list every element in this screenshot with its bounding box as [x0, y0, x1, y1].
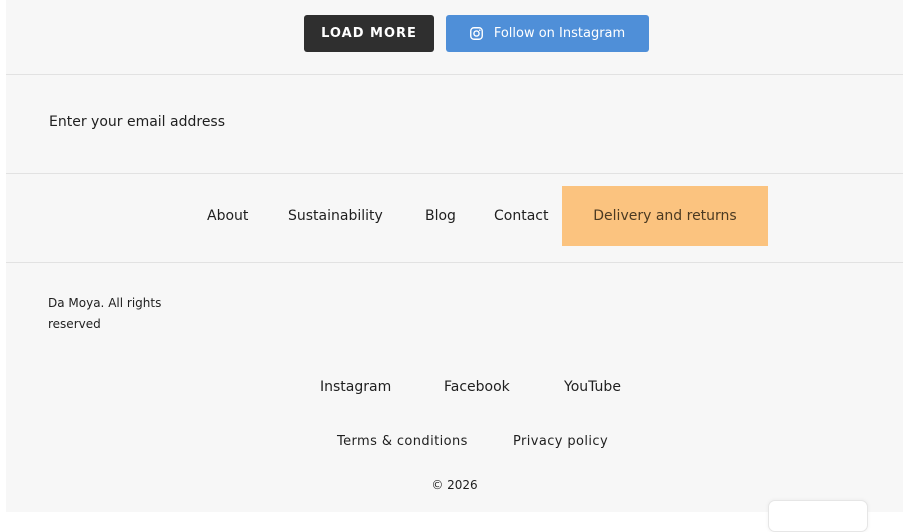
footer-nav-contact-link[interactable]: Contact: [494, 186, 548, 246]
footer-nav: About Sustainability Blog Contact Delive…: [6, 186, 903, 246]
footer-nav-delivery-returns-link[interactable]: Delivery and returns: [562, 186, 768, 246]
newsletter-email-input[interactable]: [36, 102, 549, 142]
social-facebook-link[interactable]: Facebook: [444, 379, 510, 395]
copyright-year: © 2026: [431, 478, 478, 492]
footer-nav-sustainability-link[interactable]: Sustainability: [288, 186, 383, 246]
footer-page: LOAD MORE Follow on Instagram About Sust…: [6, 0, 903, 532]
social-links: Instagram Facebook YouTube: [6, 379, 903, 401]
instagram-icon: [469, 27, 483, 40]
legal-links: Terms & conditions Privacy policy: [6, 434, 903, 454]
copyright-text: Da Moya. All rights reserved: [48, 296, 162, 331]
social-instagram-link[interactable]: Instagram: [320, 379, 391, 395]
feed-actions: LOAD MORE Follow on Instagram: [6, 15, 903, 53]
follow-instagram-button[interactable]: Follow on Instagram: [446, 15, 649, 52]
section-divider: [6, 262, 903, 263]
privacy-policy-link[interactable]: Privacy policy: [513, 434, 608, 449]
section-divider: [6, 74, 903, 75]
footer-nav-about-link[interactable]: About: [207, 186, 248, 246]
section-divider: [6, 173, 903, 174]
social-youtube-link[interactable]: YouTube: [564, 379, 621, 395]
load-more-button[interactable]: LOAD MORE: [304, 15, 434, 52]
follow-instagram-label: Follow on Instagram: [493, 26, 626, 41]
footer-nav-blog-link[interactable]: Blog: [425, 186, 456, 246]
terms-conditions-link[interactable]: Terms & conditions: [337, 434, 468, 449]
floating-widget[interactable]: [768, 500, 868, 532]
